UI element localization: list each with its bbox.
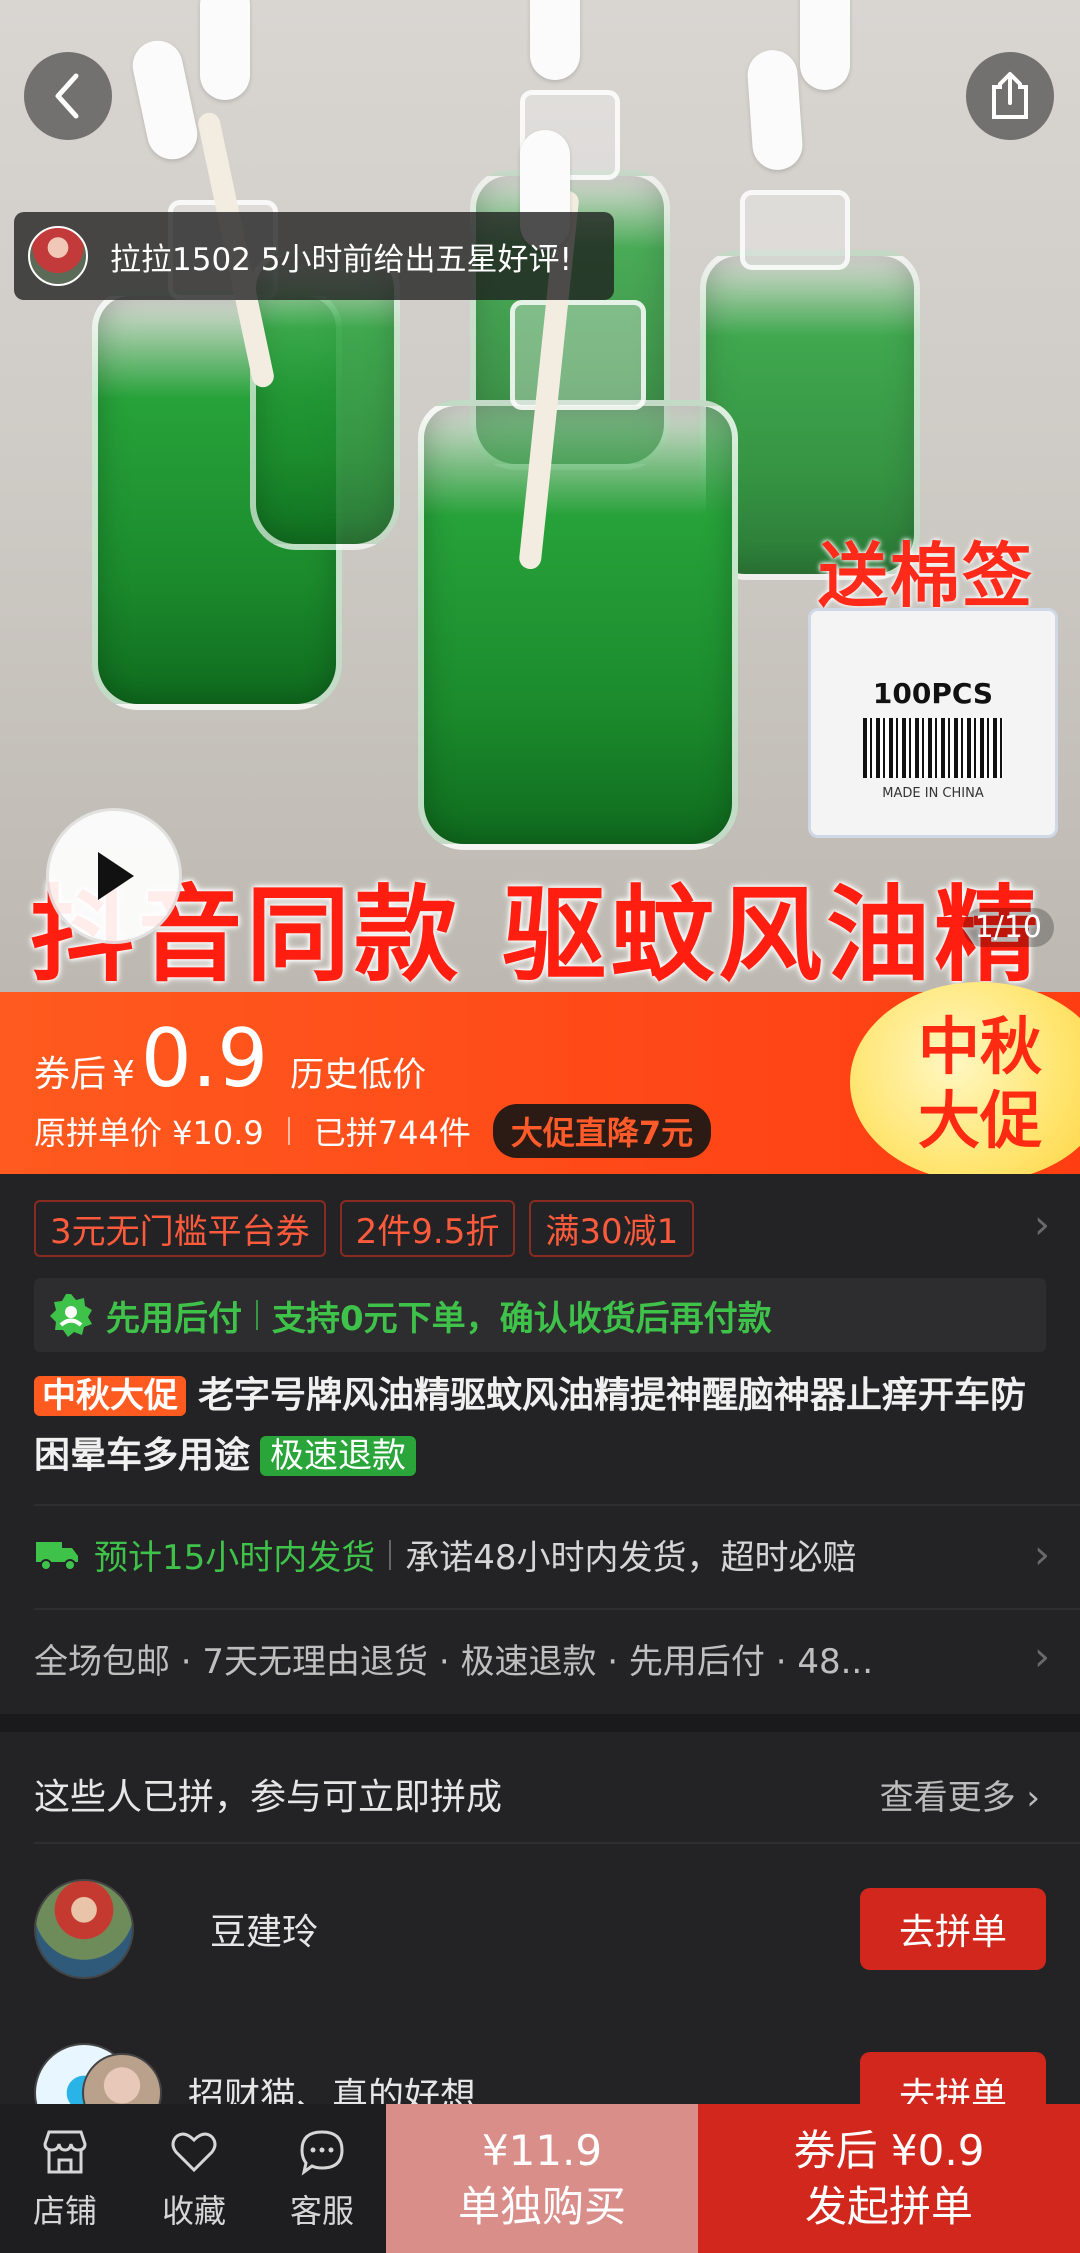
chevron-right-icon[interactable]: › — [1034, 1202, 1050, 1248]
product-title: 中秋大促 老字号牌风油精驱蚊风油精提神醒脑神器止痒开车防困晕车多用途 极速退款 — [34, 1366, 1044, 1486]
share-icon — [992, 72, 1028, 119]
truck-icon — [36, 1541, 78, 1571]
original-price: 原拼单价 ¥10.9 — [34, 1114, 264, 1152]
group-member-row: 豆建玲 去拼单 — [34, 1874, 1046, 1984]
divider — [287, 1117, 290, 1145]
divider — [34, 1504, 1080, 1506]
chat-bubble-icon — [300, 2129, 344, 2176]
bottle-image — [418, 400, 738, 850]
cotton-swab-tip — [200, 0, 250, 100]
shipping-promise: 承诺48小时内发货，超时必赔 — [405, 1538, 857, 1578]
coupon-chip[interactable]: 2件9.5折 — [339, 1200, 516, 1257]
moon-text-line1: 中秋 — [917, 1010, 1042, 1083]
coupon-label: 券后 — [34, 1054, 107, 1095]
cotton-swab-tip — [745, 48, 805, 172]
favorite-button[interactable]: 收藏 — [130, 2104, 258, 2253]
group-member-row: 招财猫、真的好想 去拼单 — [34, 2038, 1046, 2104]
share-button[interactable] — [966, 52, 1054, 140]
historic-low-tag: 历史低价 — [290, 1055, 427, 1095]
pay-later-title: 先用后付 — [106, 1298, 242, 1339]
image-pager: 1/10 — [962, 908, 1054, 947]
back-button[interactable] — [24, 52, 112, 140]
review-text: 拉拉1502 5小时前给出五星好评! — [110, 241, 572, 278]
bottom-action-bar: 店铺 收藏 客服 ¥11.9 单独购买 券后 ¥0.9 发起拼单 — [0, 2104, 1080, 2253]
avatar — [34, 1879, 134, 1979]
divider — [389, 1539, 392, 1570]
coupon-price: 0.9 — [140, 1012, 269, 1105]
product-details: 3元无门槛平台券 2件9.5折 满30减1 › 先用后付 支持0元下单，确认收货… — [0, 1174, 1080, 1714]
shipping-eta: 预计15小时内发货 — [94, 1538, 376, 1578]
barcode-icon — [863, 718, 1003, 778]
promo-badge: 大促直降7元 — [492, 1104, 712, 1158]
solo-label: 单独购买 — [457, 2181, 626, 2231]
video-play-button[interactable] — [46, 808, 182, 944]
coupon-row[interactable]: 3元无门槛平台券 2件9.5折 满30减1 — [34, 1200, 695, 1257]
coupon-chip[interactable]: 3元无门槛平台券 — [34, 1200, 326, 1257]
group-heading: 这些人已拼，参与可立即拼成 — [34, 1777, 503, 1818]
currency-symbol: ¥ — [112, 1054, 135, 1095]
favorite-label: 收藏 — [161, 2191, 226, 2230]
service-guarantees[interactable]: 全场包邮 · 7天无理由退货 · 极速退款 · 先用后付 · 48... — [34, 1634, 873, 1683]
pay-later-badge-icon — [50, 1294, 92, 1337]
member-name: 豆建玲 — [210, 1912, 319, 1953]
play-icon — [98, 852, 134, 900]
chevron-left-icon — [55, 73, 79, 119]
pay-later-desc: 支持0元下单，确认收货后再付款 — [272, 1298, 772, 1339]
mid-autumn-badge: 中秋 大促 — [918, 1010, 1042, 1158]
shipping-row[interactable]: 预计15小时内发货 承诺48小时内发货，超时必赔 — [34, 1530, 1046, 1579]
heart-icon — [171, 2132, 217, 2172]
customer-service-button[interactable]: 客服 — [258, 2104, 386, 2253]
package-count: 100PCS — [872, 677, 994, 710]
product-image-carousel[interactable]: 拉拉1502 5小时前给出五星好评! 送棉签 100PCS MADE IN CH… — [0, 0, 1080, 992]
fast-refund-badge: 极速退款 — [260, 1436, 417, 1476]
bottle-neck — [740, 190, 850, 270]
gift-label: 送棉签 — [818, 535, 1034, 617]
see-more-link[interactable]: 查看更多 › — [880, 1770, 1040, 1819]
buy-alone-button[interactable]: ¥11.9 单独购买 — [386, 2104, 698, 2253]
group-label: 发起拼单 — [804, 2181, 973, 2231]
price-bar: 中秋 大促 券后 ¥ 0.9 历史低价 原拼单价 ¥10.9 已拼744件 大促… — [0, 982, 1080, 1182]
bottle-neck — [510, 300, 646, 410]
member-name: 招财猫、真的好想 — [188, 2076, 477, 2104]
package-origin: MADE IN CHINA — [882, 786, 984, 801]
solo-price: ¥11.9 — [481, 2125, 603, 2175]
cotton-swab-tip — [128, 36, 202, 164]
cotton-swab-package: 100PCS MADE IN CHINA — [808, 608, 1058, 838]
sold-count: 已拼744件 — [313, 1114, 471, 1152]
divider — [34, 1608, 1080, 1610]
review-notification: 拉拉1502 5小时前给出五星好评! — [14, 212, 614, 300]
coupon-chip[interactable]: 满30减1 — [529, 1200, 695, 1257]
see-more-label: 查看更多 — [879, 1778, 1016, 1818]
cotton-swab-tip — [530, 0, 580, 80]
group-price: 券后 ¥0.9 — [793, 2125, 985, 2175]
join-group-button[interactable]: 去拼单 — [860, 2052, 1046, 2104]
cotton-swab-tip — [800, 0, 850, 90]
chevron-right-icon[interactable]: › — [1034, 1634, 1050, 1680]
reviewer-avatar — [28, 226, 88, 286]
coupon-price-row: 券后 ¥ 0.9 历史低价 — [34, 1012, 426, 1105]
group-buy-section: 这些人已拼，参与可立即拼成 查看更多 › 豆建玲 去拼单 招财猫、真的好想 去拼… — [0, 1732, 1080, 2104]
store-icon — [43, 2130, 87, 2173]
promo-tag: 中秋大促 — [34, 1376, 186, 1416]
price-meta-row: 原拼单价 ¥10.9 已拼744件 大促直降7元 — [34, 1104, 712, 1158]
divider — [34, 1842, 1080, 1844]
pay-later-banner[interactable]: 先用后付 支持0元下单，确认收货后再付款 — [34, 1278, 1046, 1352]
store-button[interactable]: 店铺 — [0, 2104, 130, 2253]
product-page: 拉拉1502 5小时前给出五星好评! 送棉签 100PCS MADE IN CH… — [0, 0, 1080, 2253]
section-gap — [0, 1714, 1080, 1732]
moon-text-line2: 大促 — [917, 1084, 1042, 1157]
join-group-button[interactable]: 去拼单 — [860, 1888, 1046, 1970]
store-label: 店铺 — [32, 2191, 97, 2230]
service-label: 客服 — [289, 2191, 354, 2230]
chevron-right-icon[interactable]: › — [1034, 1532, 1050, 1578]
divider — [256, 1300, 258, 1330]
start-group-buy-button[interactable]: 券后 ¥0.9 发起拼单 — [698, 2104, 1080, 2253]
